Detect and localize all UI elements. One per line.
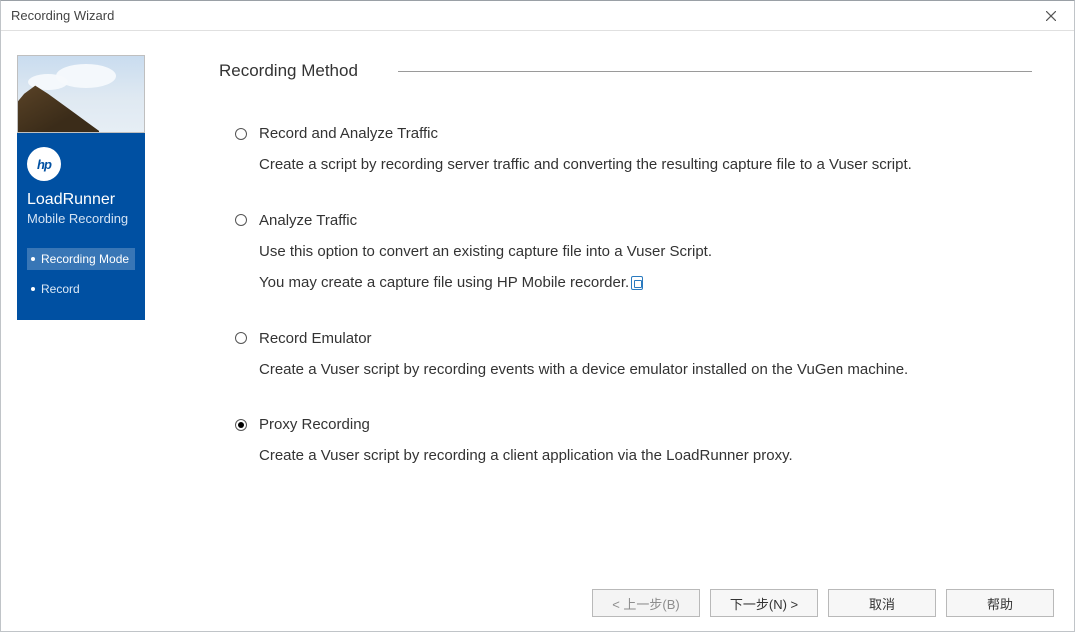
help-button[interactable]: 帮助 (946, 589, 1054, 617)
radio-record-emulator[interactable] (235, 332, 247, 344)
option-description: Create a script by recording server traf… (259, 152, 1058, 178)
section-divider (398, 71, 1032, 72)
option-head[interactable]: Analyze Traffic (235, 212, 1058, 229)
radio-analyze-traffic[interactable] (235, 214, 247, 226)
option-proxy-recording: Proxy Recording Create a Vuser script by… (235, 416, 1058, 469)
option-record-emulator: Record Emulator Create a Vuser script by… (235, 330, 1058, 383)
brand-subtitle: Mobile Recording (27, 211, 135, 226)
close-icon (1046, 11, 1056, 21)
wizard-step-recording-mode: Recording Mode (27, 248, 135, 270)
wizard-step-record: Record (27, 278, 135, 300)
step-dot-icon (31, 257, 35, 261)
option-record-analyze-traffic: Record and Analyze Traffic Create a scri… (235, 125, 1058, 178)
brand-title: LoadRunner (27, 191, 135, 209)
section-header: Recording Method (219, 61, 1058, 81)
sidebar: hp LoadRunner Mobile Recording Recording… (17, 55, 147, 575)
wizard-footer: < 上一步(B) 下一步(N) > 取消 帮助 (1, 575, 1074, 631)
hp-logo-icon: hp (27, 147, 61, 181)
option-label: Proxy Recording (259, 416, 370, 433)
option-description-2: You may create a capture file using HP M… (259, 270, 1058, 296)
option-label: Record Emulator (259, 330, 372, 347)
brand-panel: hp LoadRunner Mobile Recording Recording… (17, 133, 145, 320)
sidebar-image (17, 55, 145, 133)
radio-record-analyze-traffic[interactable] (235, 128, 247, 140)
titlebar: Recording Wizard (1, 1, 1074, 31)
cancel-button[interactable]: 取消 (828, 589, 936, 617)
option-head[interactable]: Proxy Recording (235, 416, 1058, 433)
close-button[interactable] (1028, 1, 1074, 31)
next-button[interactable]: 下一步(N) > (710, 589, 818, 617)
option-description: Create a Vuser script by recording event… (259, 357, 1058, 383)
section-title: Recording Method (219, 61, 358, 81)
wizard-content: hp LoadRunner Mobile Recording Recording… (1, 31, 1074, 575)
radio-proxy-recording[interactable] (235, 419, 247, 431)
option-label: Analyze Traffic (259, 212, 357, 229)
back-button: < 上一步(B) (592, 589, 700, 617)
option-head[interactable]: Record and Analyze Traffic (235, 125, 1058, 142)
mobile-recorder-icon[interactable] (631, 276, 643, 290)
wizard-body: hp LoadRunner Mobile Recording Recording… (1, 31, 1074, 631)
step-dot-icon (31, 287, 35, 291)
option-description: Use this option to convert an existing c… (259, 239, 1058, 265)
recording-wizard-window: Recording Wizard hp LoadRunner Mobile Re… (0, 0, 1075, 632)
option-description: Create a Vuser script by recording a cli… (259, 443, 1058, 469)
options-group: Record and Analyze Traffic Create a scri… (219, 125, 1058, 469)
option-head[interactable]: Record Emulator (235, 330, 1058, 347)
step-label: Recording Mode (41, 252, 129, 266)
window-title: Recording Wizard (1, 8, 114, 23)
step-label: Record (41, 282, 80, 296)
option-label: Record and Analyze Traffic (259, 125, 438, 142)
option-analyze-traffic: Analyze Traffic Use this option to conve… (235, 212, 1058, 296)
main-panel: Recording Method Record and Analyze Traf… (147, 55, 1058, 575)
